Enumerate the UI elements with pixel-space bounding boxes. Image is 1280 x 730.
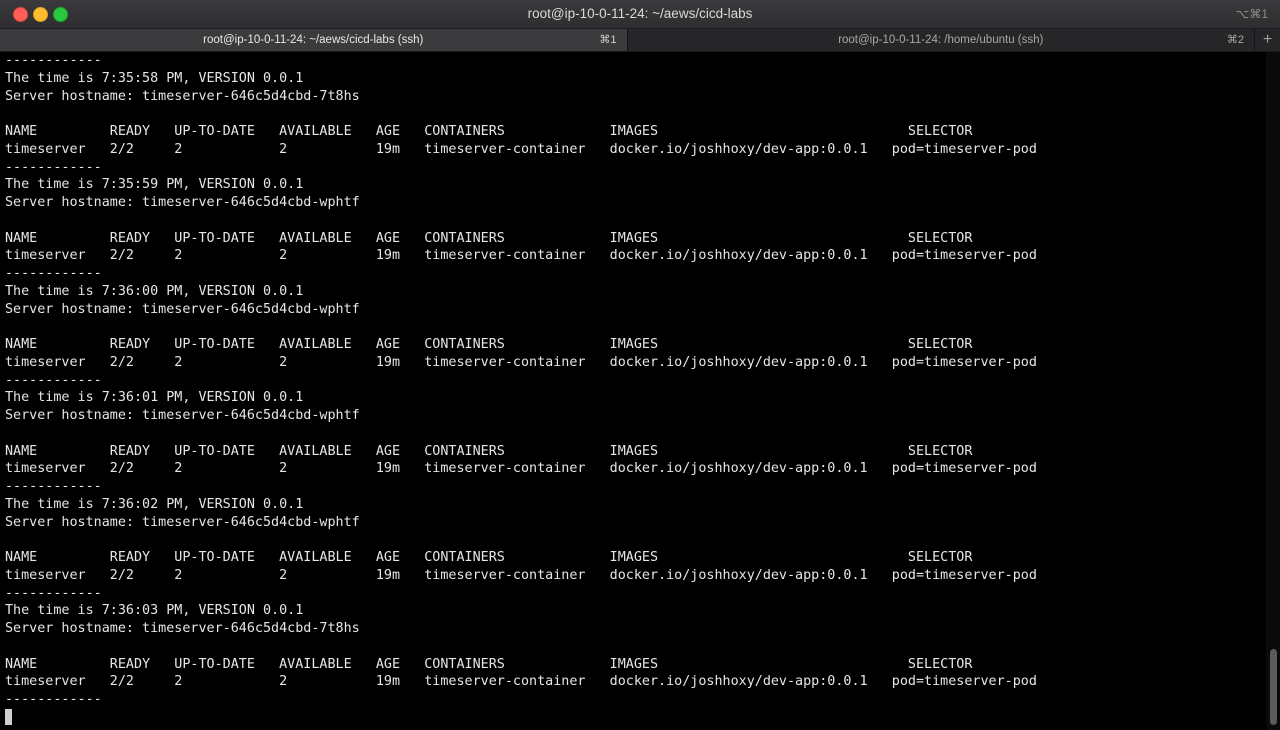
vertical-scrollbar[interactable] <box>1266 52 1280 730</box>
terminal-line: The time is 7:36:03 PM, VERSION 0.0.1 <box>5 603 304 619</box>
terminal-text: ------------ The time is 7:35:58 PM, VERS… <box>5 52 1271 727</box>
tab-cicd-labs[interactable]: root@ip-10-0-11-24: ~/aews/cicd-labs (ss… <box>0 29 627 51</box>
terminal-line: NAME READY UP-TO-DATE AVAILABLE AGE CONT… <box>5 656 973 672</box>
window-title: root@ip-10-0-11-24: ~/aews/cicd-labs <box>527 6 753 21</box>
terminal-line: Server hostname: timeserver-646c5d4cbd-w… <box>5 301 360 317</box>
terminal-line: NAME READY UP-TO-DATE AVAILABLE AGE CONT… <box>5 550 973 565</box>
terminal-line: The time is 7:36:02 PM, VERSION 0.0.1 <box>5 496 304 512</box>
terminal-line: The time is 7:36:01 PM, VERSION 0.0.1 <box>5 390 304 406</box>
terminal-window: root@ip-10-0-11-24: ~/aews/cicd-labs ⌥⌘1… <box>0 0 1280 730</box>
terminal-line: The time is 7:35:59 PM, VERSION 0.0.1 <box>5 177 304 193</box>
terminal-line: ------------ <box>5 692 102 707</box>
terminal-line: ------------ <box>5 585 102 601</box>
terminal-line: timeserver 2/2 2 2 19m timeserver-contai… <box>5 141 1037 157</box>
terminal-line: timeserver 2/2 2 2 19m timeserver-contai… <box>5 248 1037 264</box>
terminal-line: ------------ <box>5 372 102 388</box>
terminal-line: Server hostname: timeserver-646c5d4cbd-7… <box>5 621 360 636</box>
close-window-button[interactable] <box>13 7 28 22</box>
window-shortcut: ⌥⌘1 <box>1235 7 1268 21</box>
tab-shortcut: ⌘1 <box>599 34 617 46</box>
tab-shortcut: ⌘2 <box>1226 34 1245 46</box>
tab-home-ubuntu[interactable]: root@ip-10-0-11-24: /home/ubuntu (ssh) ⌘… <box>626 29 1255 51</box>
minimize-window-button[interactable] <box>33 7 48 22</box>
terminal-line: ------------ <box>5 159 102 175</box>
terminal-line: Server hostname: timeserver-646c5d4cbd-7… <box>5 88 360 104</box>
terminal-line: ------------ <box>5 479 102 494</box>
terminal-line: ------------ <box>5 53 102 68</box>
tab-label: root@ip-10-0-11-24: /home/ubuntu (ssh) <box>838 34 1044 46</box>
terminal-line: NAME READY UP-TO-DATE AVAILABLE AGE CONT… <box>5 337 973 352</box>
terminal-line: Server hostname: timeserver-646c5d4cbd-w… <box>5 408 360 423</box>
title-bar[interactable]: root@ip-10-0-11-24: ~/aews/cicd-labs ⌥⌘1 <box>0 0 1280 29</box>
text-cursor <box>5 708 12 725</box>
scrollbar-thumb[interactable] <box>1270 649 1277 725</box>
terminal-output[interactable]: ------------ The time is 7:35:58 PM, VERS… <box>0 52 1271 730</box>
tab-bar: root@ip-10-0-11-24: ~/aews/cicd-labs (ss… <box>0 29 1280 52</box>
terminal-line: timeserver 2/2 2 2 19m timeserver-contai… <box>5 354 1037 370</box>
terminal-line: The time is 7:36:00 PM, VERSION 0.0.1 <box>5 283 304 299</box>
terminal-line: NAME READY UP-TO-DATE AVAILABLE AGE CONT… <box>5 124 973 139</box>
new-tab-button[interactable]: + <box>1254 29 1280 51</box>
terminal-line: NAME READY UP-TO-DATE AVAILABLE AGE CONT… <box>5 443 973 459</box>
terminal-line: timeserver 2/2 2 2 19m timeserver-contai… <box>5 567 1037 583</box>
terminal-line: The time is 7:35:58 PM, VERSION 0.0.1 <box>5 70 304 86</box>
terminal-line: ------------ <box>5 266 102 281</box>
terminal-line: timeserver 2/2 2 2 19m timeserver-contai… <box>5 674 1037 690</box>
terminal-line <box>5 708 1271 727</box>
terminal-line: Server hostname: timeserver-646c5d4cbd-w… <box>5 195 360 210</box>
terminal-line: timeserver 2/2 2 2 19m timeserver-contai… <box>5 461 1037 477</box>
terminal-line: Server hostname: timeserver-646c5d4cbd-w… <box>5 514 360 530</box>
zoom-window-button[interactable] <box>53 7 68 22</box>
terminal-line: NAME READY UP-TO-DATE AVAILABLE AGE CONT… <box>5 230 973 246</box>
tab-label: root@ip-10-0-11-24: ~/aews/cicd-labs (ss… <box>203 34 424 46</box>
